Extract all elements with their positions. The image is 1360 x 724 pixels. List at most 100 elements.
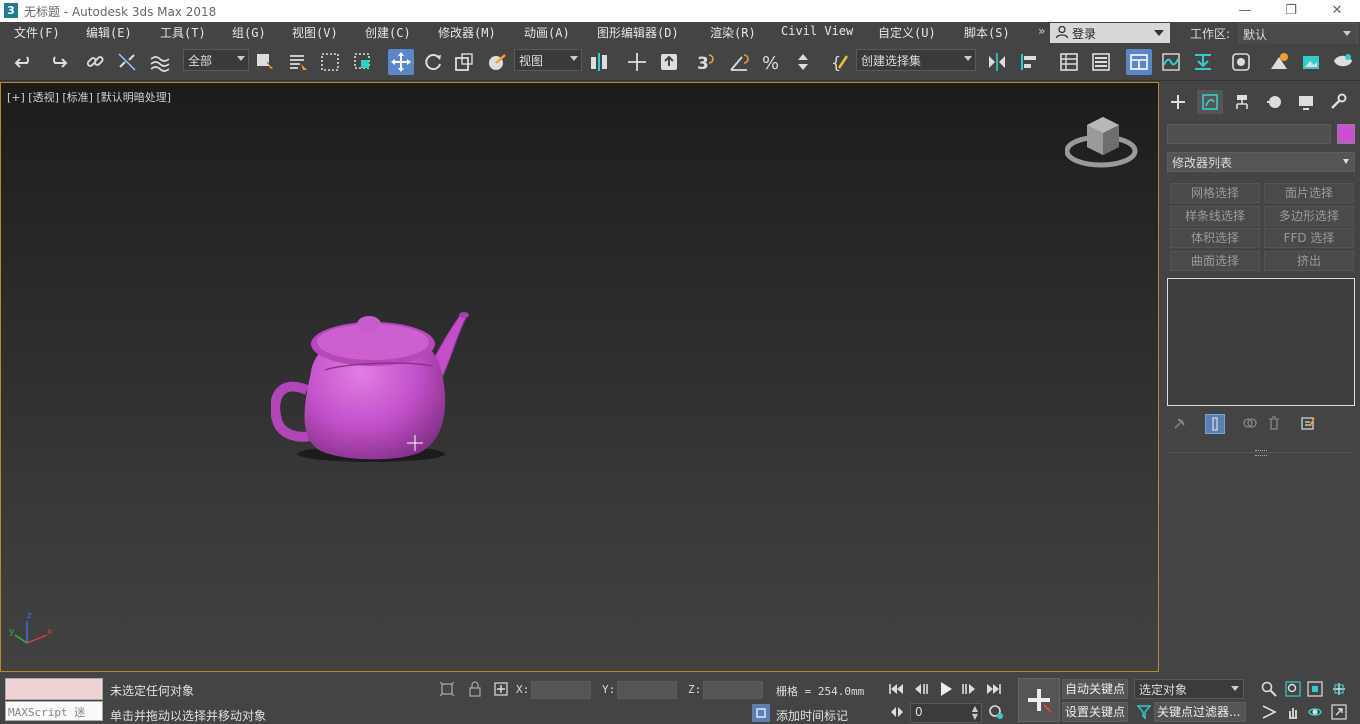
reference-coordinate-dropdown[interactable]: 视图 <box>514 49 582 71</box>
menu-group[interactable]: 组(G) <box>232 24 266 41</box>
menu-animation[interactable]: 动画(A) <box>524 24 570 41</box>
set-key-button-icon[interactable] <box>1018 678 1060 722</box>
schematic-view-icon[interactable] <box>1190 49 1216 75</box>
scene-explorer-icon[interactable] <box>1056 49 1082 75</box>
rendered-frame-window-icon[interactable] <box>1298 49 1324 75</box>
menu-tools[interactable]: 工具(T) <box>160 24 206 41</box>
align-icon[interactable] <box>1016 49 1042 75</box>
menu-create[interactable]: 创建(C) <box>365 24 411 41</box>
viewport-label[interactable]: [+] [透视] [标准] [默认明暗处理] <box>7 89 171 105</box>
modify-tab-icon[interactable] <box>1197 90 1223 114</box>
select-and-scale-icon[interactable] <box>451 49 477 75</box>
teapot-object[interactable] <box>270 308 477 463</box>
z-coordinate-field[interactable] <box>703 681 763 699</box>
rectangular-selection-icon[interactable] <box>317 49 343 75</box>
menu-overflow[interactable]: » <box>1038 24 1045 38</box>
manipulate-icon[interactable] <box>624 49 650 75</box>
undo-icon[interactable] <box>12 49 38 75</box>
percent-snap-icon[interactable]: % <box>758 49 784 75</box>
redo-icon[interactable] <box>44 49 70 75</box>
make-unique-icon[interactable] <box>1241 414 1259 432</box>
angle-snap-icon[interactable] <box>726 49 752 75</box>
key-mode-toggle-icon[interactable] <box>888 704 906 720</box>
select-by-name-icon[interactable] <box>285 49 311 75</box>
workspace-dropdown[interactable]: 默认 <box>1238 23 1358 45</box>
object-name-field[interactable] <box>1167 124 1331 144</box>
minimize-button[interactable]: — <box>1222 0 1268 22</box>
maximize-button[interactable]: ❐ <box>1268 0 1314 22</box>
close-button[interactable]: ✕ <box>1314 0 1360 22</box>
link-icon[interactable] <box>82 49 108 75</box>
named-selection-dropdown[interactable]: 创建选择集 <box>856 49 976 71</box>
zoom-all-icon[interactable] <box>1284 680 1302 698</box>
menu-edit[interactable]: 编辑(E) <box>86 24 132 41</box>
menu-graph-editors[interactable]: 图形编辑器(D) <box>597 24 679 41</box>
go-to-start-icon[interactable] <box>886 680 906 698</box>
x-coordinate-field[interactable] <box>531 681 591 699</box>
window-crossing-icon[interactable] <box>350 49 376 75</box>
y-coordinate-field[interactable] <box>617 681 677 699</box>
play-icon[interactable] <box>936 679 956 699</box>
modifier-stack[interactable] <box>1167 278 1355 406</box>
remove-modifier-icon[interactable] <box>1265 414 1283 432</box>
display-tab-icon[interactable] <box>1293 90 1319 114</box>
utilities-tab-icon[interactable] <box>1325 90 1351 114</box>
patch-select-button[interactable]: 面片选择 <box>1264 183 1354 203</box>
show-end-result-icon[interactable] <box>1205 414 1225 434</box>
grip-icon[interactable] <box>1255 450 1267 456</box>
modifier-list-dropdown[interactable]: 修改器列表 <box>1167 152 1355 172</box>
auto-key-button[interactable]: 自动关键点 <box>1062 679 1128 699</box>
menu-view[interactable]: 视图(V) <box>292 24 338 41</box>
lock-selection-icon[interactable] <box>466 680 484 698</box>
go-to-end-icon[interactable] <box>984 680 1004 698</box>
set-key-mode-button[interactable]: 设置关键点 <box>1062 702 1128 722</box>
pivot-center-icon[interactable] <box>586 49 612 75</box>
menu-customize[interactable]: 自定义(U) <box>878 24 936 41</box>
perspective-viewport[interactable]: [+] [透视] [标准] [默认明暗处理] x z y <box>0 82 1159 672</box>
isolate-selection-icon[interactable] <box>438 680 456 698</box>
zoom-extents-icon[interactable] <box>1306 680 1324 698</box>
menu-scripting[interactable]: 脚本(S) <box>964 24 1010 41</box>
snaps-toggle-icon[interactable]: 3 <box>692 49 718 75</box>
key-filters-icon[interactable] <box>1134 703 1154 721</box>
keyboard-shortcut-toggle-icon[interactable] <box>656 49 682 75</box>
select-object-icon[interactable] <box>252 49 278 75</box>
select-and-move-icon[interactable] <box>388 49 414 75</box>
unlink-icon[interactable] <box>114 49 140 75</box>
pin-stack-icon[interactable] <box>1171 414 1189 432</box>
login-button[interactable]: 登录 <box>1050 23 1170 43</box>
menu-modifiers[interactable]: 修改器(M) <box>438 24 496 41</box>
spline-select-button[interactable]: 样条线选择 <box>1170 206 1260 226</box>
current-frame-spinner[interactable]: 0 ▲ ▼ <box>910 703 982 723</box>
field-of-view-icon[interactable] <box>1260 703 1278 721</box>
maxscript-mini-listener[interactable]: MAXScript 迷 <box>5 701 103 721</box>
maxscript-listener-box[interactable] <box>5 678 103 700</box>
zoom-icon[interactable] <box>1260 680 1278 698</box>
edit-named-selection-icon[interactable]: { <box>828 49 854 75</box>
ribbon-toggle-icon[interactable] <box>1126 49 1152 75</box>
add-time-tag-label[interactable]: 添加时间标记 <box>776 707 848 724</box>
configure-modifier-sets-icon[interactable] <box>1299 414 1317 432</box>
extrude-button[interactable]: 挤出 <box>1264 251 1354 271</box>
key-filters-button[interactable]: 关键点过滤器... <box>1154 702 1246 722</box>
selection-filter-dropdown[interactable]: 全部 <box>183 49 249 71</box>
absolute-mode-icon[interactable] <box>492 680 510 698</box>
select-and-place-icon[interactable] <box>484 49 510 75</box>
mirror-icon[interactable] <box>984 49 1010 75</box>
orbit-icon[interactable] <box>1306 703 1324 721</box>
previous-frame-icon[interactable] <box>912 680 932 698</box>
maximize-viewport-icon[interactable] <box>1330 703 1348 721</box>
motion-tab-icon[interactable] <box>1261 90 1287 114</box>
menu-civil-view[interactable]: Civil View <box>781 24 853 38</box>
bind-space-warp-icon[interactable] <box>146 49 172 75</box>
select-and-rotate-icon[interactable] <box>420 49 446 75</box>
material-editor-icon[interactable] <box>1228 49 1254 75</box>
selected-object-dropdown[interactable]: 选定对象 <box>1134 679 1244 699</box>
create-tab-icon[interactable] <box>1165 90 1191 114</box>
next-frame-icon[interactable] <box>958 680 978 698</box>
viewcube[interactable] <box>1064 113 1141 173</box>
volume-select-button[interactable]: 体积选择 <box>1170 228 1260 248</box>
menu-file[interactable]: 文件(F) <box>14 24 60 41</box>
hierarchy-tab-icon[interactable] <box>1229 90 1255 114</box>
mesh-select-button[interactable]: 网格选择 <box>1170 183 1260 203</box>
